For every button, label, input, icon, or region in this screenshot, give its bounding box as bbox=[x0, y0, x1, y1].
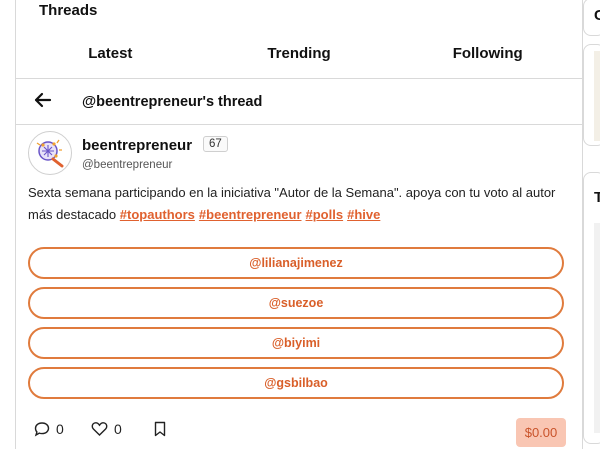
comment-count: 0 bbox=[56, 421, 64, 437]
post-actions: 0 0 bbox=[34, 421, 570, 445]
thread-header: @beentrepreneur's thread bbox=[16, 80, 582, 125]
poll-option[interactable]: @biyimi bbox=[28, 327, 564, 359]
like-count: 0 bbox=[114, 421, 122, 437]
bookmark-button[interactable] bbox=[153, 421, 167, 437]
sidebar-card bbox=[583, 44, 600, 146]
tag-link[interactable]: #polls bbox=[306, 207, 344, 222]
sidebar-card-letter: C bbox=[594, 7, 600, 24]
arrow-left-icon[interactable] bbox=[34, 88, 52, 118]
post-body: Sexta semana participando en la iniciati… bbox=[28, 182, 573, 226]
poll-option[interactable]: @suezoe bbox=[28, 287, 564, 319]
tab-trending[interactable]: Trending bbox=[205, 34, 394, 78]
payout-button[interactable]: $0.00 bbox=[516, 418, 566, 447]
feed-tabs: Latest Trending Following bbox=[16, 34, 582, 79]
tag-link[interactable]: #hive bbox=[347, 207, 380, 222]
reputation-badge: 67 bbox=[203, 136, 228, 152]
sidebar-card: C bbox=[583, 0, 600, 36]
page-title: Threads bbox=[39, 2, 98, 19]
poll-options: @lilianajimenez @suezoe @biyimi @gsbilba… bbox=[28, 247, 564, 407]
main-column: Threads Latest Trending Following @beent… bbox=[15, 0, 583, 449]
heart-icon bbox=[91, 421, 108, 437]
tag-link[interactable]: #topauthors bbox=[120, 207, 195, 222]
tab-following[interactable]: Following bbox=[393, 34, 582, 78]
author-name[interactable]: beentrepreneur bbox=[82, 137, 192, 154]
tag-link[interactable]: #beentrepreneur bbox=[199, 207, 302, 222]
sidebar-image bbox=[594, 51, 600, 141]
sidebar-card-letter: T bbox=[594, 189, 600, 206]
poll-option[interactable]: @gsbilbao bbox=[28, 367, 564, 399]
avatar[interactable] bbox=[28, 131, 72, 175]
sidebar-image bbox=[594, 223, 600, 433]
poll-option[interactable]: @lilianajimenez bbox=[28, 247, 564, 279]
comment-button[interactable]: 0 bbox=[34, 421, 64, 437]
right-sidebar: C T bbox=[583, 0, 600, 449]
sidebar-card: T bbox=[583, 172, 600, 444]
author-handle: @beentrepreneur bbox=[82, 159, 173, 171]
like-button[interactable]: 0 bbox=[91, 421, 122, 437]
comment-icon bbox=[34, 421, 50, 437]
thread-title: @beentrepreneur's thread bbox=[82, 94, 263, 110]
tab-latest[interactable]: Latest bbox=[16, 34, 205, 78]
bookmark-icon bbox=[153, 421, 167, 437]
